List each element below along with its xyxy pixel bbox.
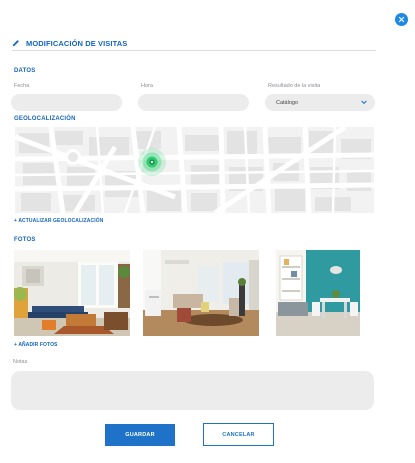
save-button[interactable]: GUARDAR — [105, 424, 175, 446]
chevron-down-icon — [361, 100, 367, 105]
fotos-section-label: FOTOS — [14, 237, 36, 243]
header-divider — [12, 50, 376, 51]
living-room-photo[interactable] — [14, 250, 130, 336]
geolocalizacion-section-label: GEOLOCALIZACIÓN — [14, 116, 76, 122]
modal-title: MODIFICACIÓN DE VISITAS — [26, 38, 128, 48]
notas-label: Notas — [13, 359, 28, 365]
add-photos-link[interactable]: + AÑADIR FOTOS — [14, 342, 58, 348]
close-icon — [398, 16, 405, 23]
map-view[interactable] — [15, 127, 374, 213]
cancel-button[interactable]: CANCELAR — [203, 423, 274, 446]
resultado-label: Resultado de la visita — [268, 83, 321, 89]
hora-label: Hora — [141, 83, 153, 89]
notas-textarea[interactable] — [11, 371, 374, 410]
fecha-input[interactable] — [11, 94, 122, 111]
resultado-select[interactable]: Catálogo — [265, 94, 375, 111]
location-marker-icon — [138, 148, 166, 176]
hora-input[interactable] — [138, 94, 249, 111]
datos-section-label: DATOS — [14, 68, 36, 74]
resultado-selected-value: Catálogo — [276, 99, 299, 106]
dining-room-photo[interactable] — [143, 250, 259, 336]
pencil-icon — [12, 40, 19, 47]
modal-header: MODIFICACIÓN DE VISITAS — [12, 35, 376, 51]
fecha-label: Fecha — [14, 83, 30, 89]
close-button[interactable] — [395, 13, 408, 26]
update-geolocation-link[interactable]: + ACTUALIZAR GEOLOCALIZACIÓN — [14, 218, 103, 224]
teal-wall-room-photo[interactable] — [276, 250, 360, 336]
